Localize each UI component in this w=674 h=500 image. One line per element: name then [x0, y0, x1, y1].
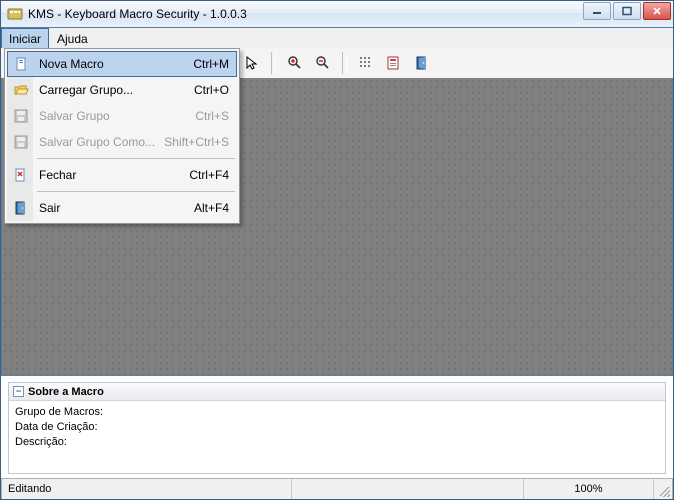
menu-iniciar-label: Iniciar — [9, 32, 41, 46]
info-panel-body: Grupo de Macros: Data de Criação: Descri… — [9, 401, 665, 454]
status-mode-text: Editando — [8, 483, 51, 495]
menu-bar: Iniciar Ajuda — [0, 28, 674, 48]
menu-separator — [37, 191, 235, 192]
info-panel-title: Sobre a Macro — [28, 386, 104, 398]
menu-item-label: Sair — [39, 201, 194, 215]
menu-item-label: Carregar Grupo... — [39, 83, 194, 97]
status-empty — [292, 479, 524, 499]
status-zoom: 100% — [524, 479, 654, 499]
zoom-out-tool[interactable] — [312, 52, 334, 74]
status-mode: Editando — [2, 479, 292, 499]
info-line-descricao: Descrição: — [15, 435, 659, 450]
collapse-icon[interactable]: − — [13, 386, 24, 397]
status-zoom-text: 100% — [574, 483, 602, 495]
menu-item-shortcut: Ctrl+M — [193, 57, 229, 71]
macro-tool[interactable] — [383, 52, 405, 74]
menu-ajuda[interactable]: Ajuda — [49, 28, 96, 48]
menu-item-fechar[interactable]: Fechar Ctrl+F4 — [7, 162, 237, 188]
menu-item-salvar-grupo: Salvar Grupo Ctrl+S — [7, 103, 237, 129]
menu-item-label: Salvar Grupo Como... — [39, 135, 164, 149]
title-bar: KMS - Keyboard Macro Security - 1.0.0.3 — [0, 0, 674, 28]
menu-item-nova-macro[interactable]: Nova Macro Ctrl+M — [7, 51, 237, 77]
grid-tool[interactable] — [355, 52, 377, 74]
window-title: KMS - Keyboard Macro Security - 1.0.0.3 — [28, 7, 673, 21]
menu-item-shortcut: Ctrl+O — [194, 83, 229, 97]
menu-iniciar[interactable]: Iniciar — [1, 28, 49, 48]
new-doc-icon — [14, 56, 30, 72]
exit-icon — [13, 200, 29, 216]
save-icon — [13, 108, 29, 124]
menu-ajuda-label: Ajuda — [57, 32, 88, 46]
menu-item-salvar-grupo-como: Salvar Grupo Como... Shift+Ctrl+S — [7, 129, 237, 155]
info-panel-header[interactable]: − Sobre a Macro — [9, 383, 665, 401]
status-bar: Editando 100% — [1, 478, 673, 500]
zoom-in-tool[interactable] — [284, 52, 306, 74]
menu-item-label: Salvar Grupo — [39, 109, 195, 123]
toolbar-separator — [342, 52, 347, 74]
folder-open-icon — [13, 82, 29, 98]
resize-grip[interactable] — [654, 479, 672, 499]
app-icon — [7, 6, 23, 22]
menu-item-shortcut: Ctrl+S — [195, 109, 229, 123]
menu-item-label: Fechar — [39, 168, 189, 182]
save-as-icon — [13, 134, 29, 150]
close-file-icon — [13, 167, 29, 183]
pointer-tool[interactable] — [241, 52, 263, 74]
door-tool[interactable] — [411, 52, 433, 74]
maximize-button[interactable] — [613, 2, 641, 20]
menu-item-shortcut: Shift+Ctrl+S — [164, 135, 229, 149]
menu-item-sair[interactable]: Sair Alt+F4 — [7, 195, 237, 221]
iniciar-dropdown: Nova Macro Ctrl+M Carregar Grupo... Ctrl… — [4, 48, 240, 224]
menu-separator — [37, 158, 235, 159]
macro-info-panel: − Sobre a Macro Grupo de Macros: Data de… — [8, 382, 666, 474]
menu-item-shortcut: Alt+F4 — [194, 201, 229, 215]
info-line-data: Data de Criação: — [15, 420, 659, 435]
toolbar-separator — [271, 52, 276, 74]
window-controls — [581, 2, 671, 20]
menu-item-carregar-grupo[interactable]: Carregar Grupo... Ctrl+O — [7, 77, 237, 103]
menu-item-label: Nova Macro — [39, 57, 193, 71]
minimize-button[interactable] — [583, 2, 611, 20]
menu-item-shortcut: Ctrl+F4 — [189, 168, 229, 182]
close-button[interactable] — [643, 2, 671, 20]
info-line-grupo: Grupo de Macros: — [15, 405, 659, 420]
